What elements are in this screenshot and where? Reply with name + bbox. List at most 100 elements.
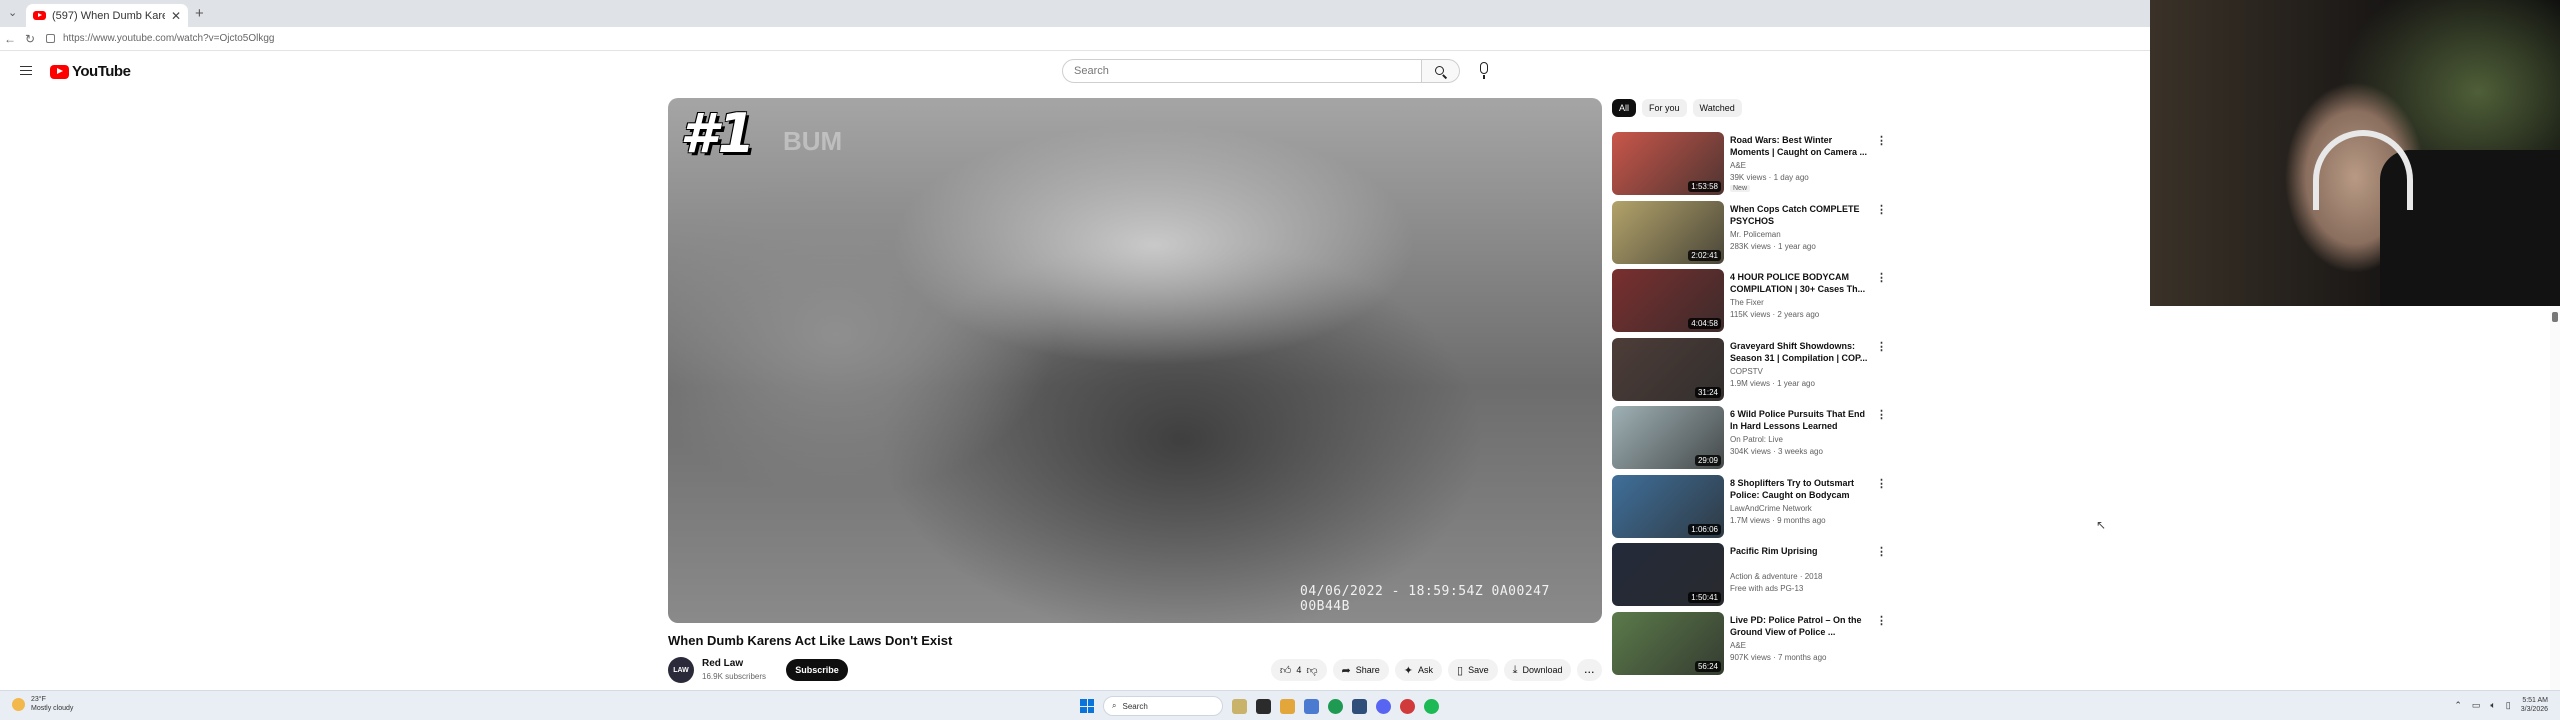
taskbar-search[interactable]: ⌕ Search (1103, 696, 1223, 716)
thumbs-down-icon[interactable]: 👎︎ (1306, 664, 1317, 677)
video-duration-badge: 1:50:41 (1688, 592, 1721, 603)
file-explorer-icon[interactable] (1280, 698, 1295, 714)
voice-search-mic-icon[interactable] (1480, 62, 1488, 79)
chrome-browser-icon[interactable] (1328, 698, 1343, 714)
edge-browser-icon[interactable] (1304, 698, 1319, 714)
more-vert-icon[interactable]: ⋮ (1876, 614, 1887, 627)
recommendation-channel[interactable]: A&E (1730, 641, 1746, 650)
recommendation-item[interactable]: 1:53:58 Road Wars: Best Winter Moments | … (1612, 132, 1892, 201)
address-bar[interactable]: https://www.youtube.com/watch?v=Ojcto5Ol… (46, 33, 275, 44)
network-icon[interactable]: ▭ (2472, 700, 2481, 711)
save-button[interactable]: ▯ Save (1448, 659, 1498, 681)
video-duration-badge: 1:53:58 (1688, 181, 1721, 192)
recommendation-title[interactable]: Graveyard Shift Showdowns: Season 31 | C… (1730, 340, 1870, 364)
recommendation-item[interactable]: 4:04:58 4 HOUR POLICE BODYCAM COMPILATION… (1612, 269, 1892, 338)
share-label: Share (1355, 665, 1380, 675)
more-vert-icon[interactable]: ⋮ (1876, 134, 1887, 147)
site-info-icon[interactable] (46, 34, 55, 43)
bodycam-timestamp: 04/06/2022 - 18:59:54Z 0A00247 00B44B (1300, 584, 1550, 614)
recommendation-thumbnail[interactable]: 29:09 (1612, 406, 1724, 469)
store-app-icon[interactable] (1352, 698, 1367, 714)
volume-icon[interactable]: 🔈︎ (2490, 700, 2495, 711)
recommendation-title[interactable]: Road Wars: Best Winter Moments | Caught … (1730, 134, 1870, 158)
more-vert-icon[interactable]: ⋮ (1876, 340, 1887, 353)
share-button[interactable]: ➦ Share (1332, 659, 1389, 681)
reload-icon[interactable]: ↻ (20, 32, 40, 46)
recommendation-channel[interactable]: LawAndCrime Network (1730, 504, 1812, 513)
video-duration-badge: 2:02:41 (1688, 249, 1721, 261)
recommendation-thumbnail[interactable]: 4:04:58 (1612, 269, 1724, 332)
chip-all[interactable]: All (1612, 99, 1637, 117)
recommendation-channel[interactable]: Mr. Policeman (1730, 230, 1781, 239)
discord-app-icon[interactable] (1376, 698, 1391, 714)
battery-icon[interactable]: ▯ (2506, 700, 2511, 711)
more-vert-icon[interactable]: ⋮ (1876, 203, 1887, 216)
recommendation-thumbnail[interactable]: 1:53:58 (1612, 132, 1724, 195)
channel-avatar[interactable]: LAW (668, 657, 694, 683)
recommendation-title[interactable]: Pacific Rim Uprising (1730, 545, 1870, 557)
tab-close-icon[interactable]: ✕ (171, 9, 181, 23)
tray-chevron-icon[interactable]: ⌃ (2454, 700, 2462, 711)
video-player[interactable]: #1 BUM 04/06/2022 - 18:59:54Z 0A00247 00… (668, 98, 1602, 623)
page-scrollbar[interactable] (2550, 306, 2560, 690)
recommendation-thumbnail[interactable]: 56:24 (1612, 611, 1724, 675)
recommendation-item[interactable]: 1:50:41 Pacific Rim Uprising Action & adve… (1612, 543, 1892, 612)
youtube-logo[interactable]: YouTube (50, 63, 131, 80)
channel-name[interactable]: Red Law (702, 658, 743, 669)
recommendation-item[interactable]: 1:06:06 8 Shoplifters Try to Outsmart Pol… (1612, 474, 1892, 544)
chip-for-you[interactable]: For you (1642, 99, 1687, 117)
subscribe-button[interactable]: Subscribe (786, 659, 848, 681)
recommendation-thumbnail[interactable]: 1:06:06 (1612, 474, 1724, 538)
terminal-app-icon[interactable] (1256, 698, 1271, 714)
taskbar-clock[interactable]: 5:51 AM 3/3/2026 (2521, 696, 2548, 714)
ask-label: Ask (1417, 665, 1433, 675)
more-vert-icon[interactable]: ⋮ (1876, 408, 1887, 421)
more-vert-icon[interactable]: ⋮ (1876, 271, 1887, 284)
mouse-cursor-icon: ↖ (2096, 518, 2107, 532)
task-view-icon[interactable] (1232, 698, 1247, 714)
scrollbar-thumb[interactable] (2552, 312, 2558, 322)
back-arrow-icon[interactable]: ← (0, 32, 20, 46)
search-button[interactable] (1422, 59, 1460, 83)
recommendation-thumbnail[interactable]: 2:02:41 (1612, 200, 1724, 264)
chip-watched[interactable]: Watched (1692, 99, 1742, 117)
recommendation-title[interactable]: When Cops Catch COMPLETE PSYCHOS (1730, 203, 1870, 227)
recommendation-title[interactable]: 4 HOUR POLICE BODYCAM COMPILATION | 30+ … (1730, 271, 1870, 295)
hamburger-menu-icon[interactable] (20, 66, 32, 75)
browser-tab-strip: ⌄ (597) When Dumb Karens Act ✕ + (0, 0, 2150, 27)
recommendation-channel[interactable]: A&E (1730, 161, 1746, 170)
download-button[interactable]: ⤓ Download (1503, 659, 1572, 681)
taskbar-search-icon: ⌕ (1112, 701, 1117, 710)
video-duration-badge: 29:09 (1694, 455, 1721, 466)
more-vert-icon[interactable]: ⋮ (1876, 477, 1887, 490)
recommendation-title[interactable]: Live PD: Police Patrol – On the Ground V… (1730, 614, 1870, 638)
recommendation-item[interactable]: 2:02:41 When Cops Catch COMPLETE PSYCHOS M… (1612, 200, 1892, 270)
tab-list-chevron-icon[interactable]: ⌄ (8, 6, 17, 19)
video-overlay-watermark: BUM (783, 126, 843, 156)
more-actions-button[interactable]: ... (1577, 659, 1602, 681)
recording-app-icon[interactable] (1400, 698, 1415, 714)
recommendation-channel[interactable]: Action & adventure · 2018 (1730, 572, 1823, 581)
recommendation-channel[interactable]: COPSTV (1730, 367, 1763, 376)
recommendation-thumbnail[interactable]: 1:50:41 (1612, 543, 1724, 606)
recommendation-item[interactable]: 29:09 6 Wild Police Pursuits That End In … (1612, 406, 1892, 475)
recommendation-channel[interactable]: On Patrol: Live (1730, 435, 1783, 444)
recommendation-title[interactable]: 8 Shoplifters Try to Outsmart Police: Ca… (1730, 477, 1870, 501)
browser-tab-youtube[interactable]: (597) When Dumb Karens Act ✕ (26, 4, 188, 27)
video-duration-badge: 56:24 (1694, 660, 1721, 672)
recommendation-thumbnail[interactable]: 31:24 (1612, 337, 1724, 401)
recommendation-item[interactable]: 56:24 Live PD: Police Patrol – On the Gro… (1612, 611, 1892, 681)
recommendation-meta: Free with ads PG-13 (1730, 584, 1804, 593)
recommendation-channel[interactable]: The Fixer (1730, 298, 1764, 307)
recommendation-item[interactable]: 31:24 Graveyard Shift Showdowns: Season 3… (1612, 337, 1892, 407)
spotify-app-icon[interactable] (1424, 698, 1439, 714)
ask-button[interactable]: ✦ Ask (1394, 659, 1442, 681)
recommendation-title[interactable]: 6 Wild Police Pursuits That End In Hard … (1730, 408, 1870, 432)
windows-start-icon[interactable] (1080, 699, 1094, 713)
more-vert-icon[interactable]: ⋮ (1876, 545, 1887, 558)
browser-toolbar: ← ↻ https://www.youtube.com/watch?v=Ojct… (0, 27, 2150, 51)
new-tab-plus-icon[interactable]: + (195, 5, 204, 22)
thumbs-up-icon[interactable]: 👍︎ (1280, 664, 1292, 677)
search-input[interactable]: Search (1062, 59, 1422, 83)
weather-widget[interactable]: 23°F Mostly cloudy (12, 695, 73, 713)
